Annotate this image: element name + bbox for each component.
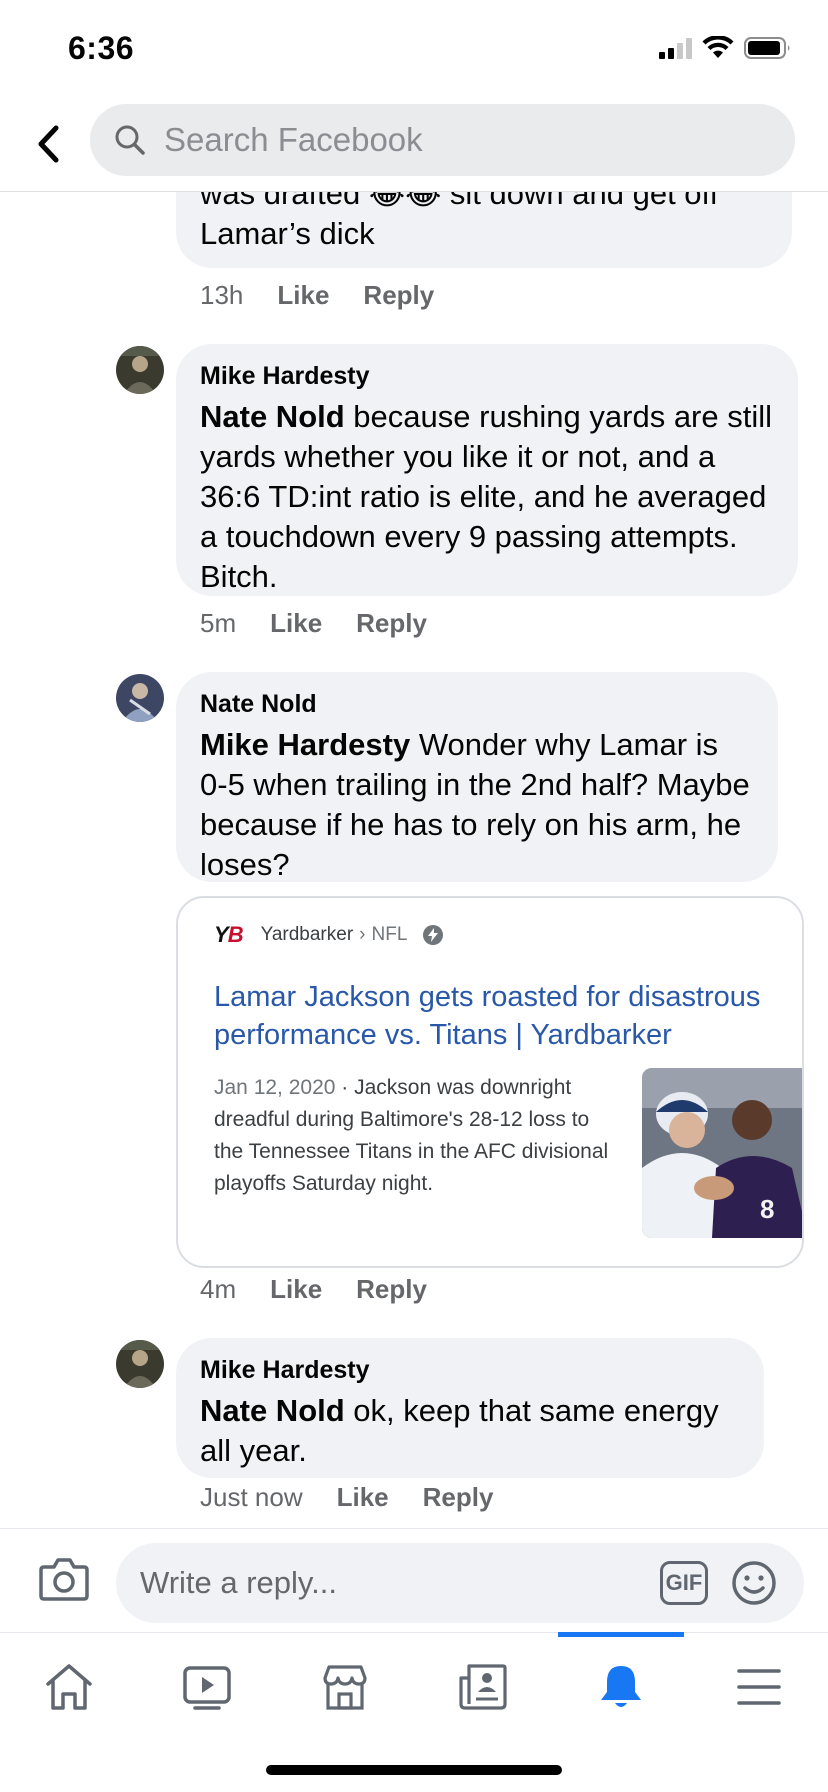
comment-time: 4m — [200, 1274, 237, 1304]
search-input[interactable]: Search Facebook — [90, 104, 795, 176]
link-preview-card[interactable]: YB Yardbarker › NFL Lamar Jackson gets r… — [176, 896, 804, 1268]
smiley-icon — [732, 1561, 776, 1605]
svg-text:8: 8 — [760, 1194, 774, 1224]
link-source: YB Yardbarker › NFL — [214, 922, 444, 948]
comment-actions: 4m Like Reply — [200, 1274, 461, 1305]
search-header: Search Facebook — [0, 100, 828, 192]
comment-text: Mike Hardesty Wonder why Lamar is 0-5 wh… — [200, 725, 754, 885]
bell-icon — [601, 1666, 641, 1707]
comment-mention[interactable]: Nate Nold — [200, 399, 345, 434]
comment-thread: was drafted 😂😂 sit down and get off Lama… — [0, 192, 828, 1528]
tab-home[interactable] — [14, 1649, 124, 1725]
like-button[interactable]: Like — [270, 1274, 322, 1305]
status-icons — [659, 36, 792, 60]
comment-actions: 13h Like Reply — [200, 280, 468, 311]
comment-time: Just now — [200, 1482, 303, 1512]
yardbarker-logo: YB — [214, 922, 244, 947]
reply-placeholder: Write a reply... — [140, 1565, 337, 1600]
comment-actions: 5m Like Reply — [200, 608, 461, 639]
avatar[interactable] — [116, 1340, 164, 1388]
comment-actions: Just now Like Reply — [200, 1482, 527, 1513]
reply-composer: Write a reply... GIF — [0, 1528, 828, 1632]
back-button[interactable] — [28, 120, 68, 168]
home-icon — [46, 1664, 92, 1710]
search-placeholder: Search Facebook — [164, 121, 423, 158]
lightning-icon — [423, 925, 444, 945]
tab-news[interactable] — [428, 1649, 538, 1725]
avatar[interactable] — [116, 346, 164, 394]
comment-author[interactable]: Nate Nold — [200, 690, 754, 719]
home-indicator[interactable] — [266, 1765, 562, 1775]
comment-mention[interactable]: Nate Nold — [200, 1393, 345, 1428]
avatar[interactable] — [116, 674, 164, 722]
battery-icon — [744, 37, 790, 59]
tab-marketplace[interactable] — [290, 1649, 400, 1725]
bottom-tab-bar — [0, 1632, 828, 1792]
comment-author[interactable]: Mike Hardesty — [200, 362, 774, 391]
news-icon — [459, 1664, 507, 1710]
cellular-signal-icon — [659, 37, 692, 59]
active-tab-indicator — [558, 1632, 684, 1637]
link-date: Jan 12, 2020 — [214, 1076, 336, 1099]
reply-button[interactable]: Reply — [423, 1482, 494, 1513]
breadcrumb-separator: › — [359, 924, 366, 945]
like-button[interactable]: Like — [277, 280, 329, 311]
reply-button[interactable]: Reply — [363, 280, 434, 311]
reply-button[interactable]: Reply — [356, 608, 427, 639]
link-source-name: Yardbarker — [260, 924, 354, 945]
tab-menu[interactable] — [704, 1649, 814, 1725]
comment-time: 5m — [200, 608, 237, 638]
marketplace-icon — [323, 1665, 367, 1710]
camera-button[interactable] — [38, 1555, 90, 1603]
tab-notifications[interactable] — [566, 1649, 676, 1725]
camera-icon — [39, 1558, 89, 1601]
status-bar: 6:36 — [0, 0, 828, 100]
tab-watch[interactable] — [152, 1649, 262, 1725]
menu-icon — [737, 1669, 781, 1705]
comment-bubble[interactable]: Mike Hardesty Nate Nold ok, keep that sa… — [176, 1338, 764, 1478]
comment-bubble[interactable]: Mike Hardesty Nate Nold because rushing … — [176, 344, 798, 596]
chevron-left-icon — [38, 125, 59, 163]
link-section: NFL — [371, 924, 408, 945]
comment-bubble[interactable]: Nate Nold Mike Hardesty Wonder why Lamar… — [176, 672, 778, 882]
emoji-button[interactable] — [730, 1559, 778, 1607]
reply-button[interactable]: Reply — [356, 1274, 427, 1305]
comment-text: was drafted 😂😂 sit down and get off Lama… — [200, 192, 719, 251]
link-thumbnail: 8 — [642, 1068, 802, 1238]
video-icon — [183, 1666, 231, 1710]
comment-text: Nate Nold ok, keep that same energy all … — [200, 1391, 740, 1471]
like-button[interactable]: Like — [337, 1482, 389, 1513]
status-time: 6:36 — [68, 30, 135, 66]
comment-time: 13h — [200, 280, 244, 310]
comment-bubble[interactable]: was drafted 😂😂 sit down and get off Lama… — [176, 192, 792, 268]
link-snippet: Jan 12, 2020 · Jackson was downright dre… — [214, 1072, 614, 1200]
comment-author[interactable]: Mike Hardesty — [200, 1356, 740, 1385]
comment-text: Nate Nold because rushing yards are stil… — [200, 397, 774, 597]
gif-button[interactable]: GIF — [660, 1561, 708, 1605]
link-title[interactable]: Lamar Jackson gets roasted for disastrou… — [214, 978, 784, 1054]
reply-input[interactable]: Write a reply... GIF — [116, 1543, 804, 1623]
wifi-icon — [702, 36, 734, 58]
search-icon — [112, 122, 148, 158]
like-button[interactable]: Like — [270, 608, 322, 639]
comment-mention[interactable]: Mike Hardesty — [200, 727, 410, 762]
